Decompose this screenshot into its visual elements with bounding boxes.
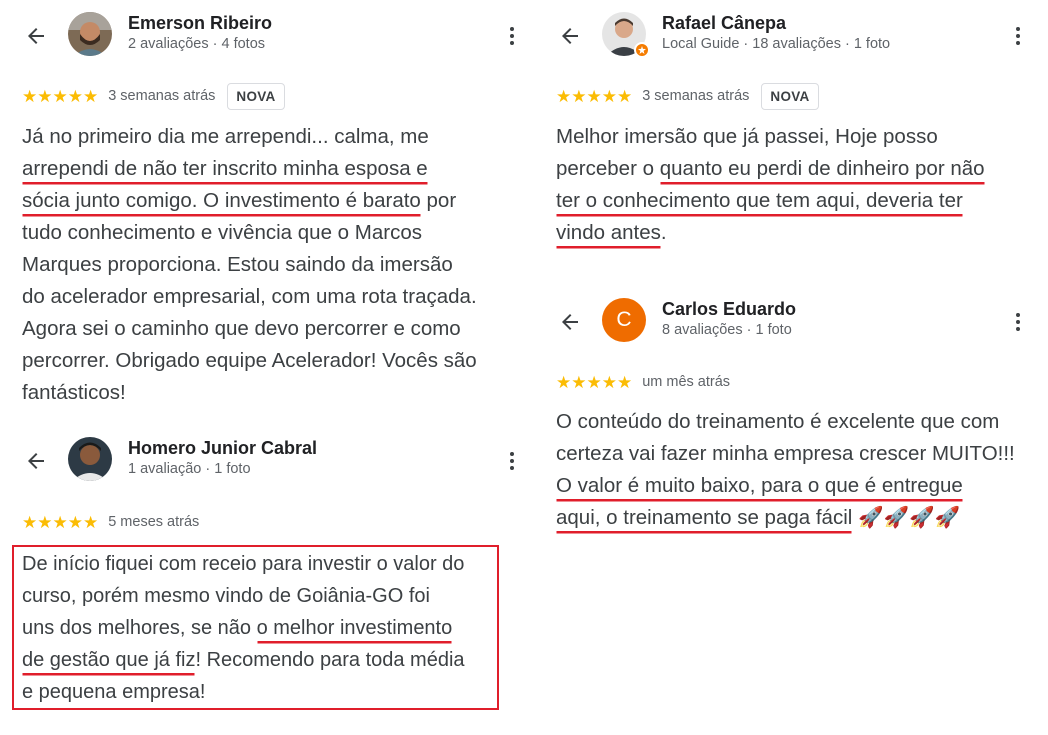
text-line: vindo antes. (556, 221, 667, 244)
text-line: do acelerador empresarial, com uma rota … (22, 285, 477, 308)
review-card-carlos: C Carlos Eduardo 8 avaliações · 1 foto ★… (556, 298, 1028, 529)
more-options-icon[interactable] (1008, 308, 1028, 336)
review-header: Rafael Cânepa Local Guide · 18 avaliaçõe… (556, 12, 1028, 62)
text-line: sócia junto comigo. O investimento é bar… (22, 189, 457, 212)
review-header: C Carlos Eduardo 8 avaliações · 1 foto (556, 298, 1028, 348)
highlighted-text: quanto eu perdi de dinheiro por não (659, 157, 985, 180)
text-line: Melhor imersão que já passei, Hoje posso (556, 125, 938, 148)
avatar[interactable]: C (602, 298, 646, 342)
text-line: Marques proporciona. Estou saindo da ime… (22, 253, 453, 276)
highlighted-text: de gestão que já fiz (22, 649, 196, 671)
text-line: percorrer. Obrigado equipe Acelerador! V… (22, 349, 477, 372)
reviewer-name[interactable]: Carlos Eduardo (662, 299, 796, 320)
rocket-emoji: 🚀🚀🚀🚀 (852, 506, 961, 529)
review-date: 5 meses atrás (108, 514, 200, 530)
text-line: curso, porém mesmo vindo de Goiânia-GO f… (22, 585, 430, 607)
more-options-icon[interactable] (502, 22, 522, 50)
review-card-rafael: Rafael Cânepa Local Guide · 18 avaliaçõe… (556, 12, 1028, 244)
text-line: ter o conhecimento que tem aqui, deveria… (556, 185, 1026, 217)
text-line: uns dos melhores, se não o melhor invest… (22, 617, 453, 639)
rating-row: ★★★★★ 3 semanas atrás NOVA (556, 82, 819, 110)
avatar[interactable] (68, 12, 112, 56)
text-line: Já no primeiro dia me arrependi... calma… (22, 125, 429, 148)
highlighted-text: sócia junto comigo. O investimento é bar… (22, 189, 421, 212)
more-options-icon[interactable] (1008, 22, 1028, 50)
review-date: 3 semanas atrás (642, 88, 750, 104)
highlighted-text: o melhor investimento (256, 617, 453, 639)
back-arrow-icon[interactable] (22, 22, 50, 50)
avatar[interactable] (68, 437, 112, 481)
text-line: De início fiquei com receio para investi… (22, 553, 465, 575)
highlighted-text: O valor é muito baixo, para o que é entr… (556, 474, 963, 497)
text-line: certeza vai fazer minha empresa crescer … (556, 442, 1015, 465)
review-header: Homero Junior Cabral 1 avaliação · 1 fot… (22, 437, 522, 487)
text-line: e pequena empresa! (22, 681, 206, 703)
reviewer-meta: Local Guide · 18 avaliações · 1 foto (662, 36, 891, 52)
text-line: aqui, o treinamento se paga fácil 🚀🚀🚀🚀 (556, 502, 1032, 534)
text-line: O conteúdo do treinamento é excelente qu… (556, 410, 1000, 433)
review-header: Emerson Ribeiro 2 avaliações · 4 fotos (22, 12, 522, 62)
text-line: perceber o quanto eu perdi de dinheiro p… (556, 157, 985, 180)
review-text: O conteúdo do treinamento é excelente qu… (556, 406, 1032, 534)
review-card-emerson: Emerson Ribeiro 2 avaliações · 4 fotos ★… (22, 12, 522, 404)
star-rating: ★★★★★ (556, 86, 633, 106)
local-guide-badge-icon (634, 42, 650, 58)
text-line: de gestão que já fiz! Recomendo para tod… (22, 649, 465, 671)
back-arrow-icon[interactable] (556, 22, 584, 50)
reviewer-meta: 1 avaliação · 1 foto (128, 461, 251, 477)
rating-row: ★★★★★ um mês atrás (556, 368, 730, 396)
back-arrow-icon[interactable] (22, 447, 50, 475)
reviewer-name[interactable]: Rafael Cânepa (662, 13, 786, 34)
review-card-homero: Homero Junior Cabral 1 avaliação · 1 fot… (22, 437, 522, 531)
review-text: De início fiquei com receio para investi… (22, 548, 500, 708)
highlighted-text: vindo antes (556, 221, 661, 244)
rating-row: ★★★★★ 5 meses atrás (22, 508, 199, 536)
reviewer-meta: 8 avaliações · 1 foto (662, 322, 792, 338)
new-badge: NOVA (761, 82, 819, 110)
rating-row: ★★★★★ 3 semanas atrás NOVA (22, 82, 285, 110)
text-line: Agora sei o caminho que devo percorrer e… (22, 317, 461, 340)
star-rating: ★★★★★ (22, 512, 99, 532)
highlighted-text: aqui, o treinamento se paga fácil (556, 506, 853, 529)
more-options-icon[interactable] (502, 447, 522, 475)
review-date: 3 semanas atrás (108, 88, 216, 104)
back-arrow-icon[interactable] (556, 308, 584, 336)
star-rating: ★★★★★ (556, 372, 633, 392)
reviewer-meta: 2 avaliações · 4 fotos (128, 36, 266, 52)
text-line: fantásticos! (22, 381, 126, 404)
reviewer-name[interactable]: Emerson Ribeiro (128, 13, 272, 34)
review-text: Já no primeiro dia me arrependi... calma… (22, 121, 502, 409)
highlighted-text: arrependi de não ter inscrito minha espo… (22, 157, 428, 180)
highlighted-text: ter o conhecimento que tem aqui, deveria… (556, 189, 963, 212)
text-line: tudo conhecimento e vivência que o Marco… (22, 221, 422, 244)
review-date: um mês atrás (642, 374, 731, 390)
star-rating: ★★★★★ (22, 86, 99, 106)
text-line: O valor é muito baixo, para o que é entr… (556, 470, 1032, 502)
review-text: Melhor imersão que já passei, Hoje posso… (556, 121, 1026, 249)
text-line: arrependi de não ter inscrito minha espo… (22, 153, 502, 185)
reviewer-name[interactable]: Homero Junior Cabral (128, 438, 317, 459)
new-badge: NOVA (227, 82, 285, 110)
